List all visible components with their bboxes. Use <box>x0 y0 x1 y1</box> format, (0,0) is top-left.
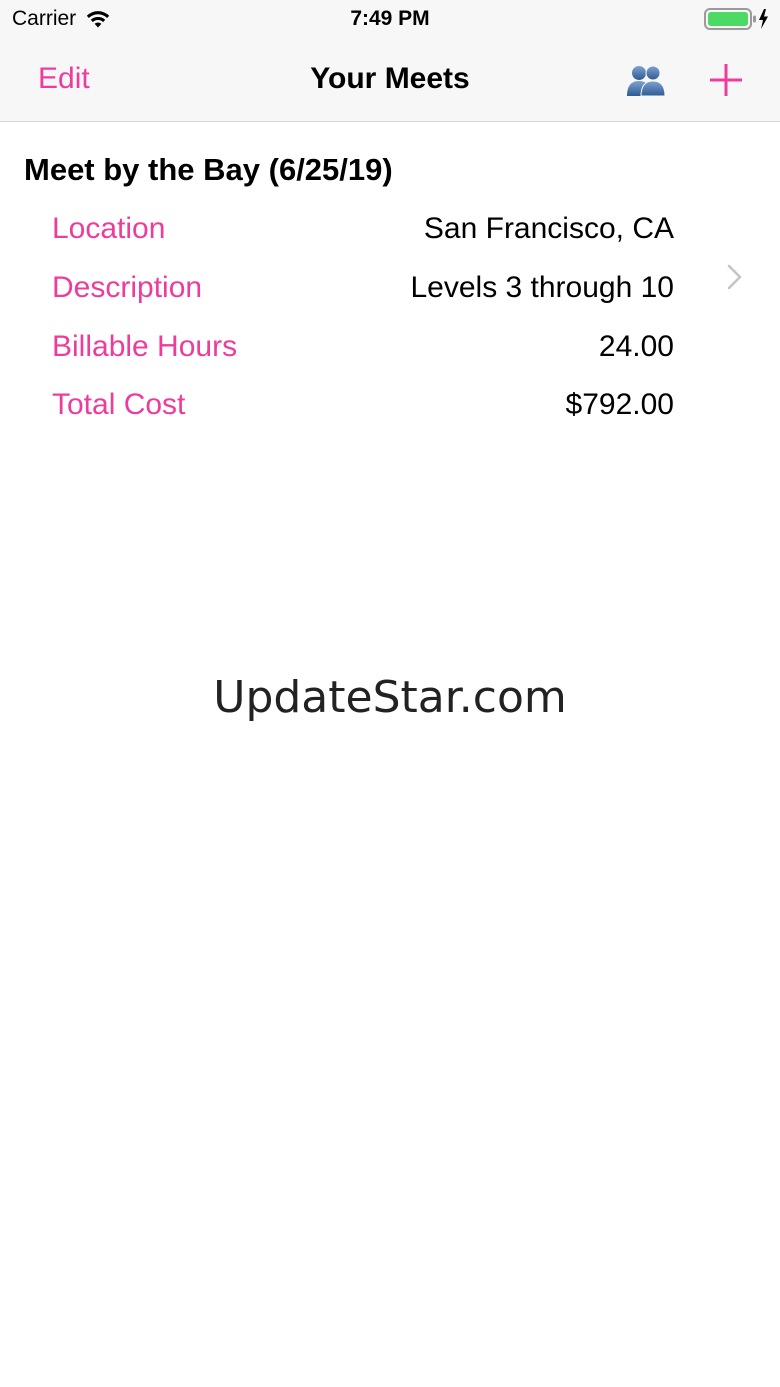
people-icon[interactable] <box>626 64 666 98</box>
detail-value: San Francisco, CA <box>423 212 674 245</box>
charging-bolt-icon <box>759 9 768 29</box>
detail-row-total-cost: Total Cost $792.00 <box>52 388 674 428</box>
navigation-bar: Edit Your Meets <box>0 40 780 122</box>
detail-label: Billable Hours <box>52 330 238 363</box>
meet-list-item[interactable]: Meet by the Bay (6/25/19) Location San F… <box>0 122 780 442</box>
status-time: 7:49 PM <box>350 7 430 30</box>
meet-title: Meet by the Bay (6/25/19) <box>24 152 393 187</box>
detail-value: Levels 3 through 10 <box>410 271 674 304</box>
battery-icon <box>704 8 768 30</box>
status-bar: Carrier 7:49 PM <box>0 0 780 40</box>
detail-label: Total Cost <box>52 388 186 421</box>
add-icon[interactable] <box>708 62 744 98</box>
detail-value: 24.00 <box>598 330 674 363</box>
detail-value: $792.00 <box>565 388 674 421</box>
detail-row-description: Description Levels 3 through 10 <box>52 271 674 311</box>
detail-label: Location <box>52 212 166 245</box>
detail-row-billable-hours: Billable Hours 24.00 <box>52 330 674 370</box>
watermark-text: UpdateStar.com <box>213 672 567 723</box>
chevron-right-icon[interactable] <box>724 262 746 292</box>
detail-row-location: Location San Francisco, CA <box>52 212 674 252</box>
detail-label: Description <box>52 271 203 304</box>
